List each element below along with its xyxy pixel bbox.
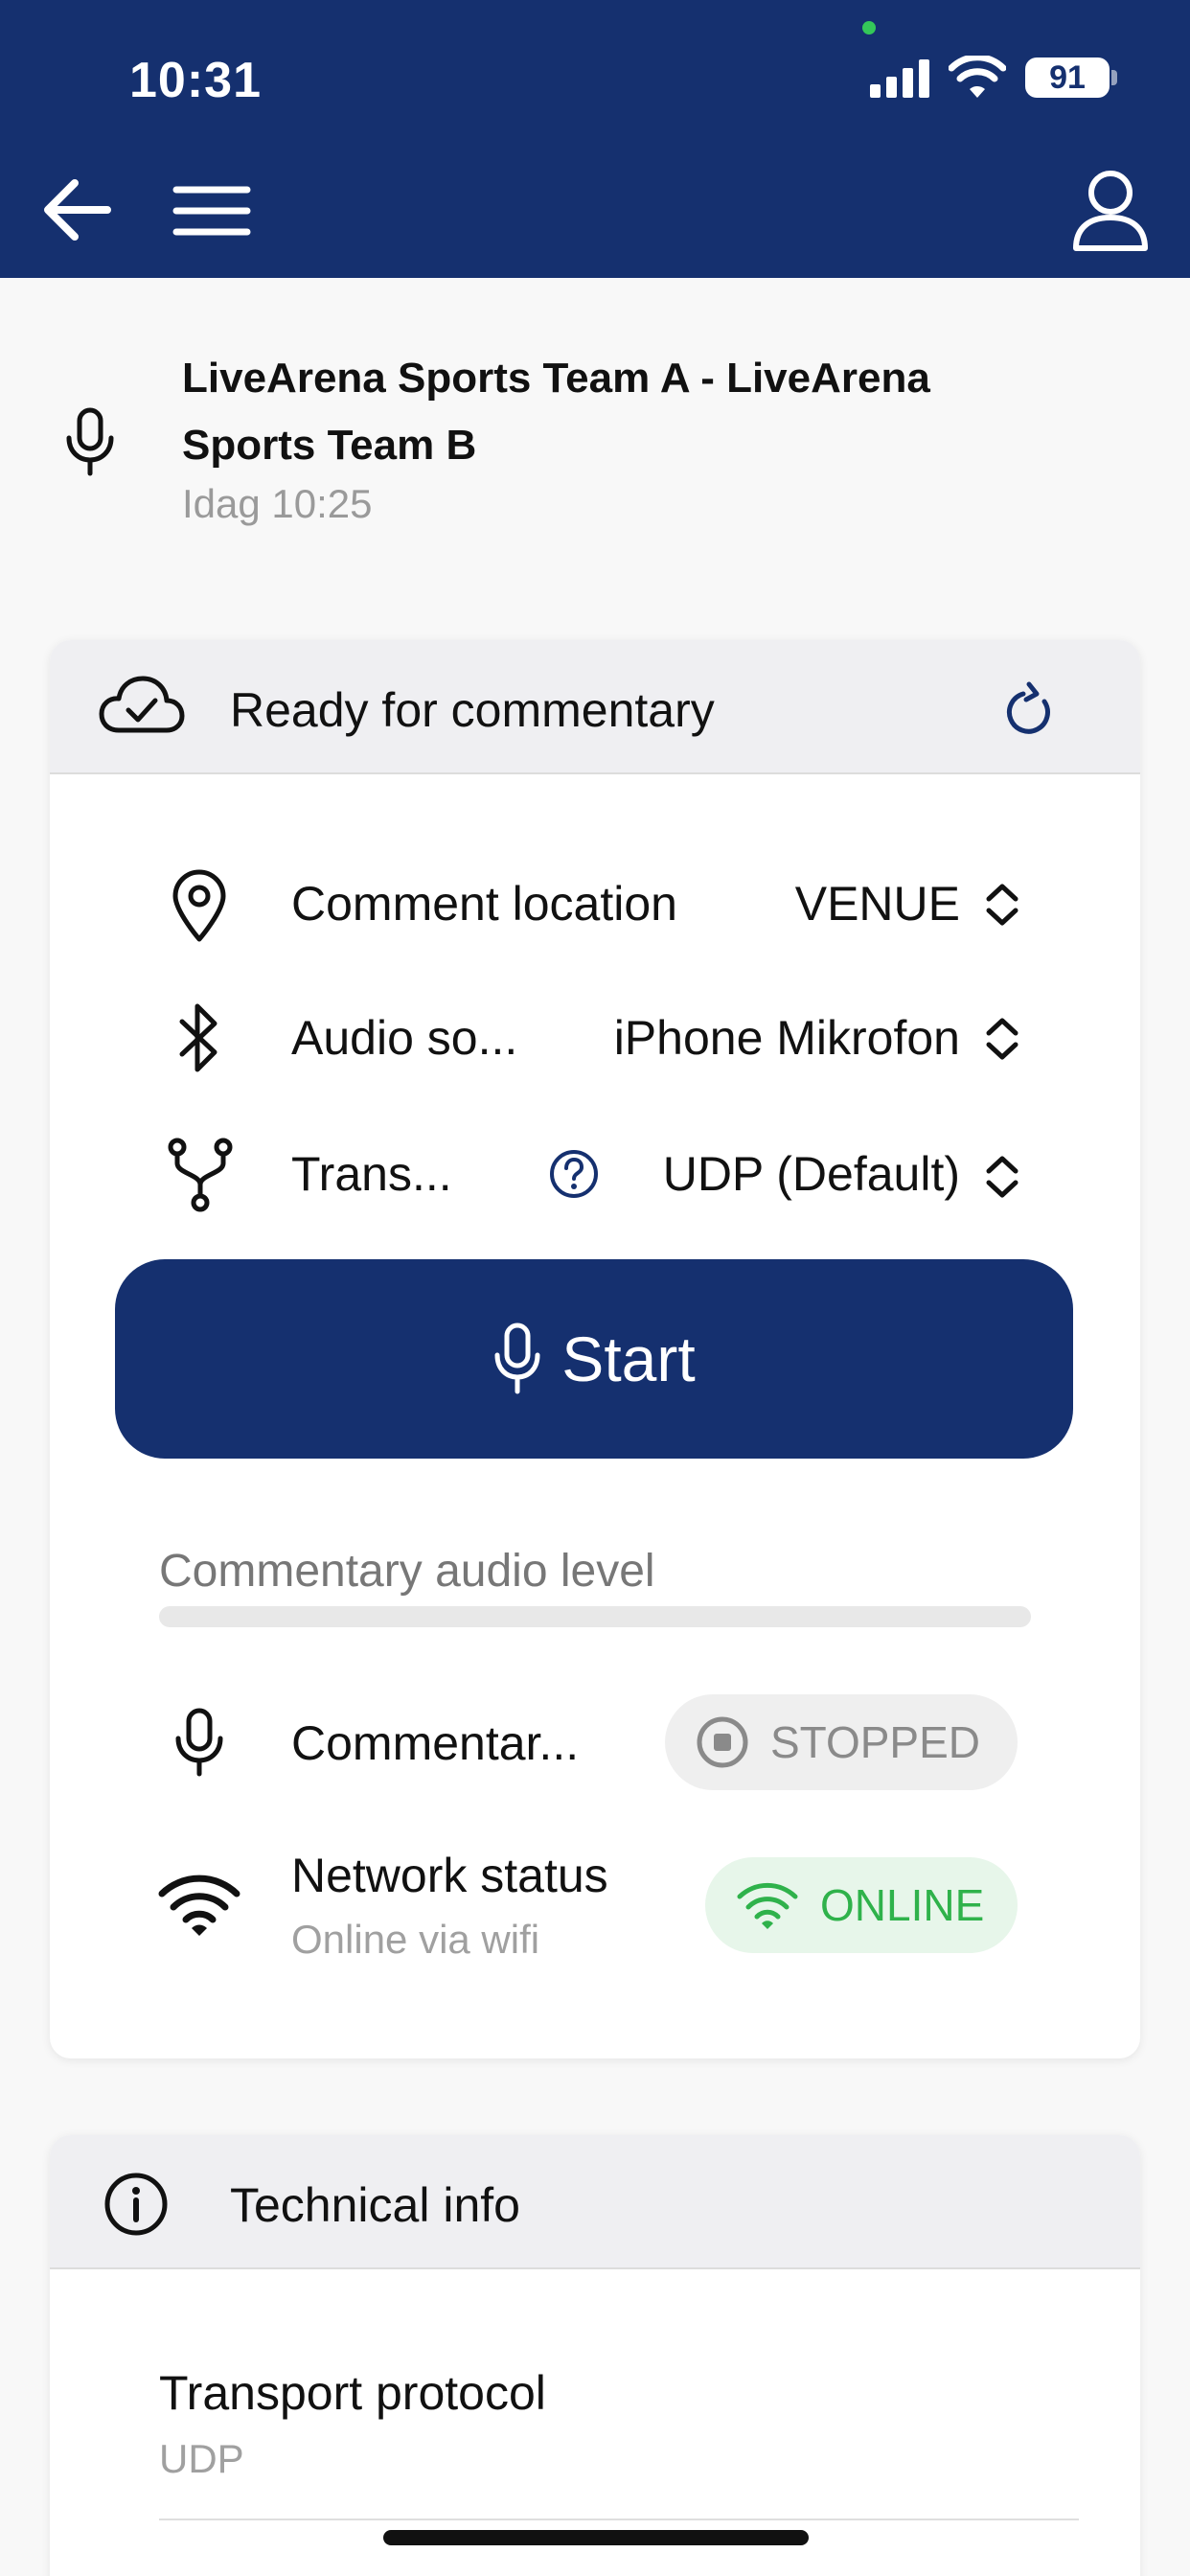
cellular-signal-icon [870, 59, 929, 98]
event-title: LiveArena Sports Team A - LiveArena Spor… [182, 355, 930, 469]
microphone-icon [494, 1322, 540, 1394]
commentary-card-header: Ready for commentary [50, 640, 1140, 774]
chevron-up-down-icon[interactable] [983, 1016, 1021, 1062]
chevron-up-down-icon[interactable] [983, 882, 1021, 928]
wifi-status-icon [949, 56, 1006, 98]
camera-indicator [862, 21, 876, 34]
refresh-icon[interactable] [1000, 680, 1058, 742]
stop-icon [697, 1716, 748, 1768]
technical-info-title: Technical info [230, 2178, 520, 2232]
location-pin-icon [172, 869, 226, 942]
chevron-up-down-icon[interactable] [983, 1154, 1021, 1200]
event-time: Idag 10:25 [182, 481, 373, 526]
transport-label: Trans... [291, 1147, 452, 1201]
hamburger-menu-icon[interactable] [172, 184, 251, 238]
transport-protocol-value: UDP [159, 2436, 244, 2481]
online-badge-label: ONLINE [820, 1880, 985, 1930]
start-button-label: Start [561, 1323, 696, 1394]
battery-indicator: 91 [1025, 58, 1110, 98]
start-button[interactable]: Start [115, 1259, 1073, 1459]
comment-location-label: Comment location [291, 877, 677, 931]
audio-level-bar [159, 1606, 1031, 1627]
commentary-status-row-label: Commentar... [291, 1716, 580, 1770]
comment-location-value[interactable]: VENUE [795, 876, 960, 932]
home-indicator[interactable] [383, 2530, 809, 2545]
stopped-badge: STOPPED [665, 1694, 1018, 1790]
technical-info-card: Technical info [50, 2135, 1140, 2576]
technical-info-header[interactable]: Technical info [50, 2135, 1140, 2269]
cloud-check-icon [99, 676, 185, 733]
help-icon[interactable] [548, 1148, 600, 1200]
status-time: 10:31 [129, 53, 262, 108]
wifi-icon [158, 1874, 240, 1936]
audio-source-value[interactable]: iPhone Mikrofon [614, 1010, 960, 1066]
commentary-status-label: Ready for commentary [230, 683, 715, 737]
profile-icon[interactable] [1071, 168, 1150, 252]
stopped-badge-label: STOPPED [770, 1717, 980, 1767]
bluetooth-icon [179, 1003, 217, 1072]
battery-tip [1111, 70, 1117, 85]
wifi-icon [737, 1882, 798, 1929]
audio-level-label: Commentary audio level [159, 1546, 655, 1597]
divider [159, 2518, 1079, 2520]
microphone-icon [175, 1708, 223, 1777]
info-icon [104, 2173, 168, 2236]
app-header: 10:31 91 [0, 0, 1190, 278]
online-badge: ONLINE [705, 1857, 1018, 1953]
network-status-label: Network status [291, 1849, 608, 1902]
fork-icon [168, 1138, 233, 1212]
transport-protocol-key: Transport protocol [159, 2366, 546, 2420]
back-arrow-icon[interactable] [42, 177, 111, 242]
transport-value[interactable]: UDP (Default) [663, 1146, 960, 1202]
microphone-icon [66, 407, 114, 476]
audio-source-label: Audio so... [291, 1011, 518, 1065]
network-status-sub: Online via wifi [291, 1917, 540, 1962]
